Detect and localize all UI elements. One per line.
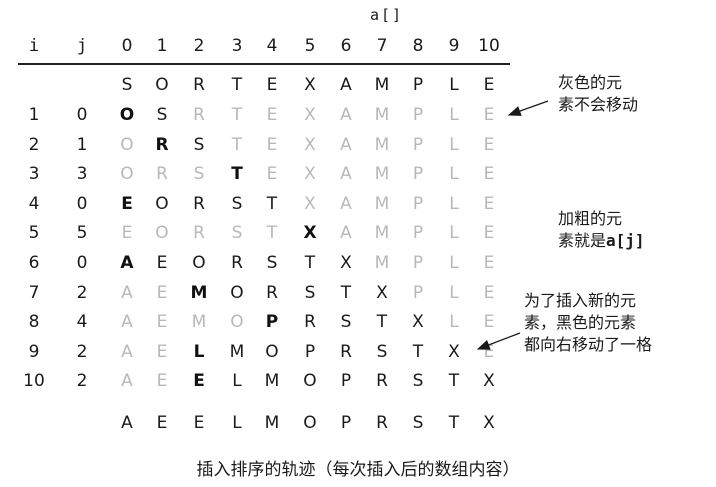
annotation-arrows — [476, 100, 549, 350]
arrow-black-note — [476, 332, 521, 350]
insertion-sort-trace-diagram: a[] i j 0 1 2 3 4 5 6 7 8 9 10 SORTEXAMPLE10OSRTEXAM… — [0, 0, 716, 487]
figure-caption: 插入排序的轨迹（每次插入后的数组内容） — [196, 460, 520, 480]
arrow-gray-note — [507, 100, 549, 116]
